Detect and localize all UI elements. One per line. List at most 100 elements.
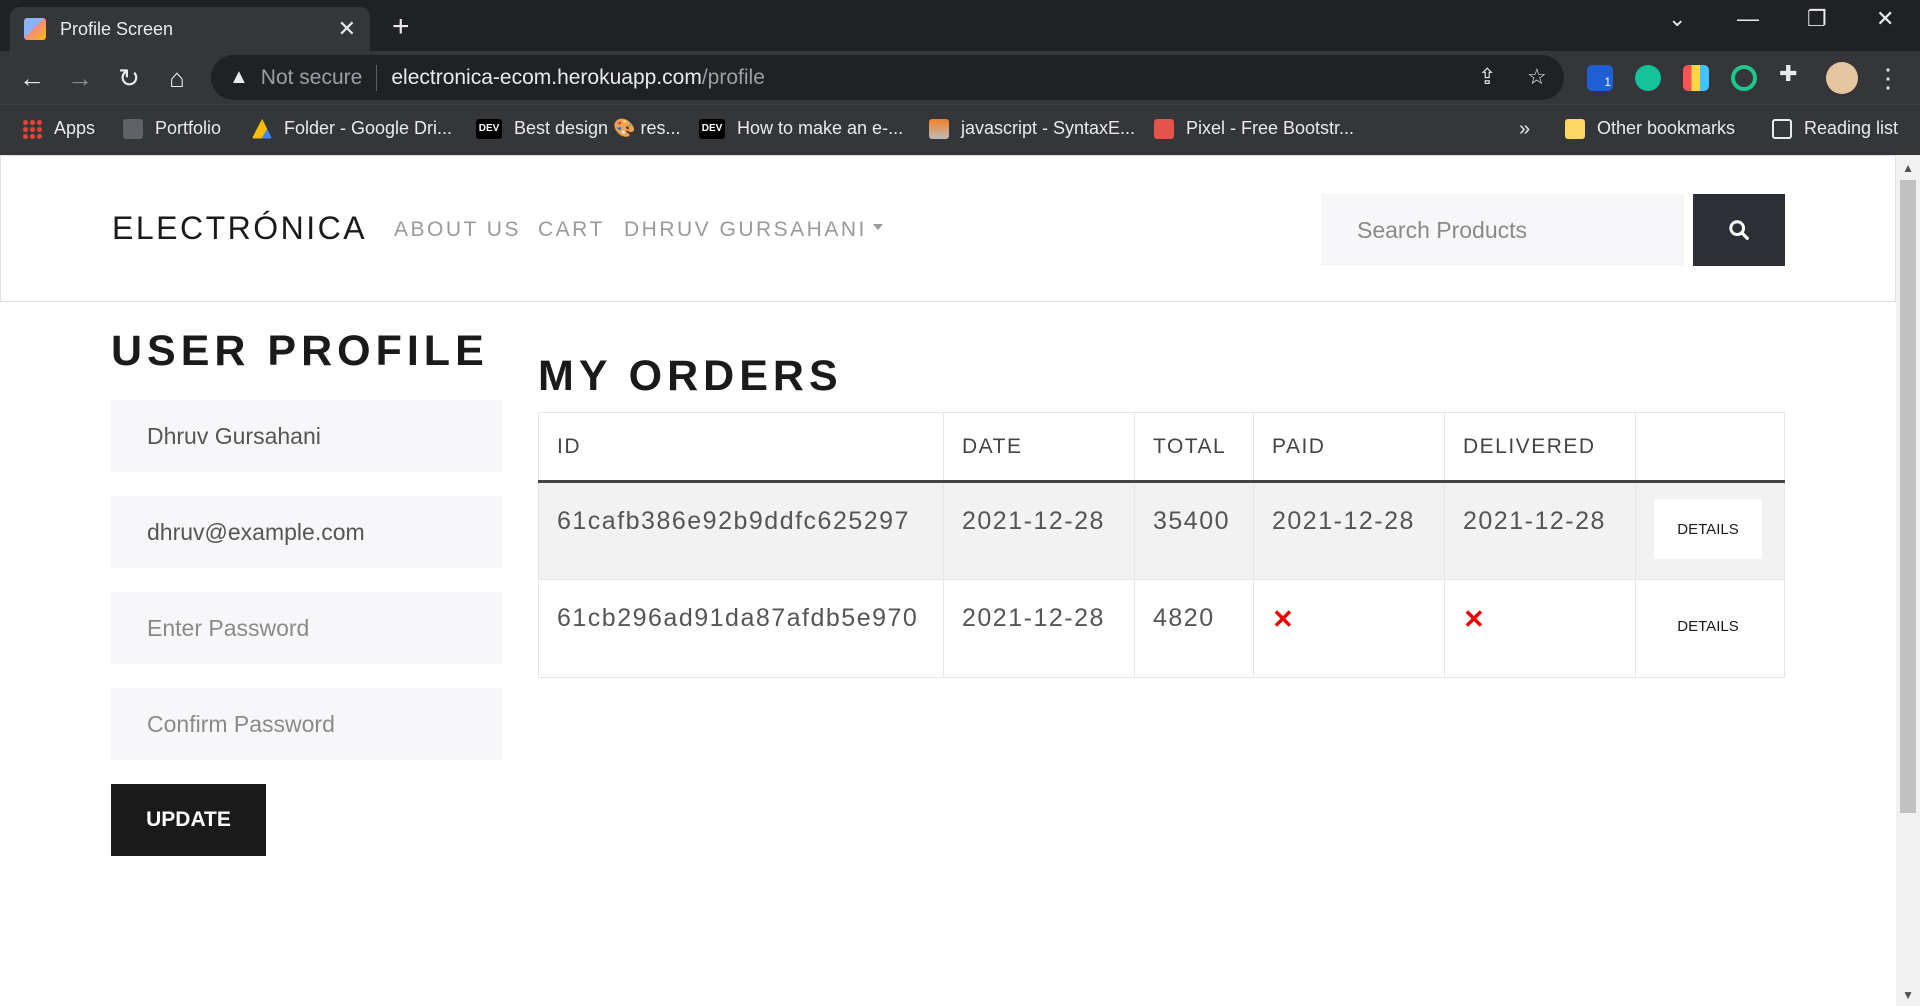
search-input[interactable] xyxy=(1321,194,1684,266)
bookmark-pixel[interactable]: Pixel - Free Bootstr... xyxy=(1154,118,1354,139)
browser-menu-icon[interactable]: ⋮ xyxy=(1872,63,1904,94)
details-button[interactable]: DETAILS xyxy=(1654,596,1762,656)
extensions-puzzle-icon[interactable]: ✚ xyxy=(1779,61,1805,87)
orders-table: ID DATE TOTAL PAID DELIVERED 61cafb386e9… xyxy=(538,412,1785,678)
restore-icon[interactable]: ❐ xyxy=(1807,6,1827,32)
bookmarks-bar: Apps Portfolio Folder - Google Dri... DE… xyxy=(0,104,1920,155)
bookmark-label: javascript - SyntaxE... xyxy=(961,118,1136,138)
grammarly-extension-icon[interactable] xyxy=(1635,65,1661,91)
scroll-up-arrow-icon[interactable]: ▲ xyxy=(1902,161,1914,175)
table-row: 61cb296ad91da87afdb5e970 2021-12-28 4820… xyxy=(538,579,1785,678)
confirm-password-field[interactable] xyxy=(111,688,502,760)
column-header-id: ID xyxy=(538,412,944,483)
reload-icon[interactable]: ↻ xyxy=(113,63,145,94)
nav-cart[interactable]: CART xyxy=(538,218,605,242)
order-actions: DETAILS xyxy=(1635,481,1785,580)
bookmark-ecommerce[interactable]: DEV How to make an e-... xyxy=(699,118,903,139)
column-header-actions xyxy=(1635,412,1785,483)
details-button[interactable]: DETAILS xyxy=(1654,499,1762,559)
tab-close-icon[interactable]: ✕ xyxy=(338,16,356,42)
tab-bar: Profile Screen ✕ + ⌄ — ❐ ✕ xyxy=(0,0,1920,51)
not-delivered-x-icon: ✕ xyxy=(1463,604,1487,634)
not-paid-x-icon: ✕ xyxy=(1272,604,1296,634)
order-date: 2021-12-28 xyxy=(943,481,1135,580)
nav-user-dropdown[interactable]: DHRUV GURSAHANI xyxy=(624,218,883,242)
email-field[interactable] xyxy=(111,496,502,568)
bookmark-best-design[interactable]: DEV Best design 🎨 res... xyxy=(476,118,680,139)
share-icon[interactable]: ⇪ xyxy=(1478,64,1496,90)
bookmark-label: Apps xyxy=(54,118,96,138)
dev-icon: DEV xyxy=(476,118,502,139)
portfolio-icon xyxy=(123,118,143,139)
tracker-extension-icon[interactable] xyxy=(1731,65,1757,91)
bookmark-apps[interactable]: Apps xyxy=(22,118,95,139)
address-bar[interactable]: ▲ Not secure electronica-ecom.herokuapp.… xyxy=(211,55,1564,100)
url-host: electronica-ecom.herokuapp.com xyxy=(391,65,702,89)
reading-list-label: Reading list xyxy=(1804,118,1899,138)
bookmark-portfolio[interactable]: Portfolio xyxy=(123,118,221,139)
tab-favicon-icon xyxy=(24,18,46,40)
bookmark-label: Pixel - Free Bootstr... xyxy=(1186,118,1355,138)
tab-title: Profile Screen xyxy=(60,18,174,39)
brand-logo[interactable]: ELECTRÓNICA xyxy=(112,210,367,247)
column-header-date: DATE xyxy=(943,412,1135,483)
nav-about-us[interactable]: ABOUT US xyxy=(394,218,521,242)
table-row: 61cafb386e92b9ddfc625297 2021-12-28 3540… xyxy=(538,481,1785,580)
reading-list[interactable]: Reading list xyxy=(1772,118,1898,139)
bitwarden-extension-icon[interactable]: 1 xyxy=(1587,65,1613,91)
bookmark-label: How to make an e-... xyxy=(737,118,904,138)
browser-tab[interactable]: Profile Screen ✕ xyxy=(10,7,370,51)
back-icon[interactable]: ← xyxy=(16,63,48,94)
dev-icon: DEV xyxy=(699,118,725,139)
home-icon[interactable]: ⌂ xyxy=(161,63,193,94)
my-orders-heading: MY ORDERS xyxy=(538,352,843,400)
url-path: /profile xyxy=(701,65,765,89)
name-field[interactable] xyxy=(111,400,502,472)
bookmark-google-drive[interactable]: Folder - Google Dri... xyxy=(252,118,452,139)
colorzilla-extension-icon[interactable] xyxy=(1683,65,1709,91)
window-close-icon[interactable]: ✕ xyxy=(1876,6,1894,32)
column-header-paid: PAID xyxy=(1253,412,1445,483)
bookmark-star-icon[interactable]: ☆ xyxy=(1527,64,1547,90)
overflow-chevron-icon: » xyxy=(1519,118,1531,140)
bookmark-label: Other bookmarks xyxy=(1597,118,1736,138)
order-total: 35400 xyxy=(1134,481,1254,580)
vertical-scrollbar[interactable]: ▲ ▼ xyxy=(1896,155,1920,1006)
warning-icon: ▲ xyxy=(229,66,249,88)
new-tab-icon[interactable]: + xyxy=(392,10,410,44)
bookmark-label: Best design 🎨 res... xyxy=(514,118,681,138)
bookmark-other[interactable]: Other bookmarks xyxy=(1565,118,1735,139)
extension-badge: 1 xyxy=(1604,75,1611,89)
tab-search-icon[interactable]: ⌄ xyxy=(1668,6,1686,32)
order-delivered: ✕ xyxy=(1444,579,1636,678)
column-header-total: TOTAL xyxy=(1134,412,1254,483)
address-separator xyxy=(376,64,378,91)
bookmark-syntax-error[interactable]: javascript - SyntaxE... xyxy=(929,118,1135,139)
order-date: 2021-12-28 xyxy=(943,579,1135,678)
order-total: 4820 xyxy=(1134,579,1254,678)
table-header-row: ID DATE TOTAL PAID DELIVERED xyxy=(538,412,1785,483)
reading-list-icon xyxy=(1772,118,1792,139)
apps-grid-icon xyxy=(22,118,42,139)
scroll-down-arrow-icon[interactable]: ▼ xyxy=(1902,988,1914,1002)
bookmarks-overflow[interactable]: » xyxy=(1519,118,1530,141)
search-icon xyxy=(1729,220,1749,240)
order-paid: 2021-12-28 xyxy=(1253,481,1445,580)
browser-toolbar: ← → ↻ ⌂ ▲ Not secure electronica-ecom.he… xyxy=(0,51,1920,104)
update-button[interactable]: UPDATE xyxy=(111,784,266,856)
order-id: 61cb296ad91da87afdb5e970 xyxy=(538,579,944,678)
bookmark-label: Portfolio xyxy=(155,118,222,138)
pixel-icon xyxy=(1154,118,1174,139)
site-navbar: ELECTRÓNICA ABOUT US CART DHRUV GURSAHAN… xyxy=(0,155,1896,302)
order-id: 61cafb386e92b9ddfc625297 xyxy=(538,481,944,580)
minimize-icon[interactable]: — xyxy=(1737,6,1759,32)
google-drive-icon xyxy=(252,118,272,139)
bookmark-label: Folder - Google Dri... xyxy=(284,118,453,138)
password-field[interactable] xyxy=(111,592,502,664)
not-secure-label: Not secure xyxy=(260,65,363,89)
scrollbar-thumb[interactable] xyxy=(1900,180,1916,813)
profile-avatar[interactable] xyxy=(1826,62,1858,94)
order-actions: DETAILS xyxy=(1635,579,1785,678)
search-button[interactable] xyxy=(1693,194,1785,266)
forward-icon[interactable]: → xyxy=(64,63,96,94)
